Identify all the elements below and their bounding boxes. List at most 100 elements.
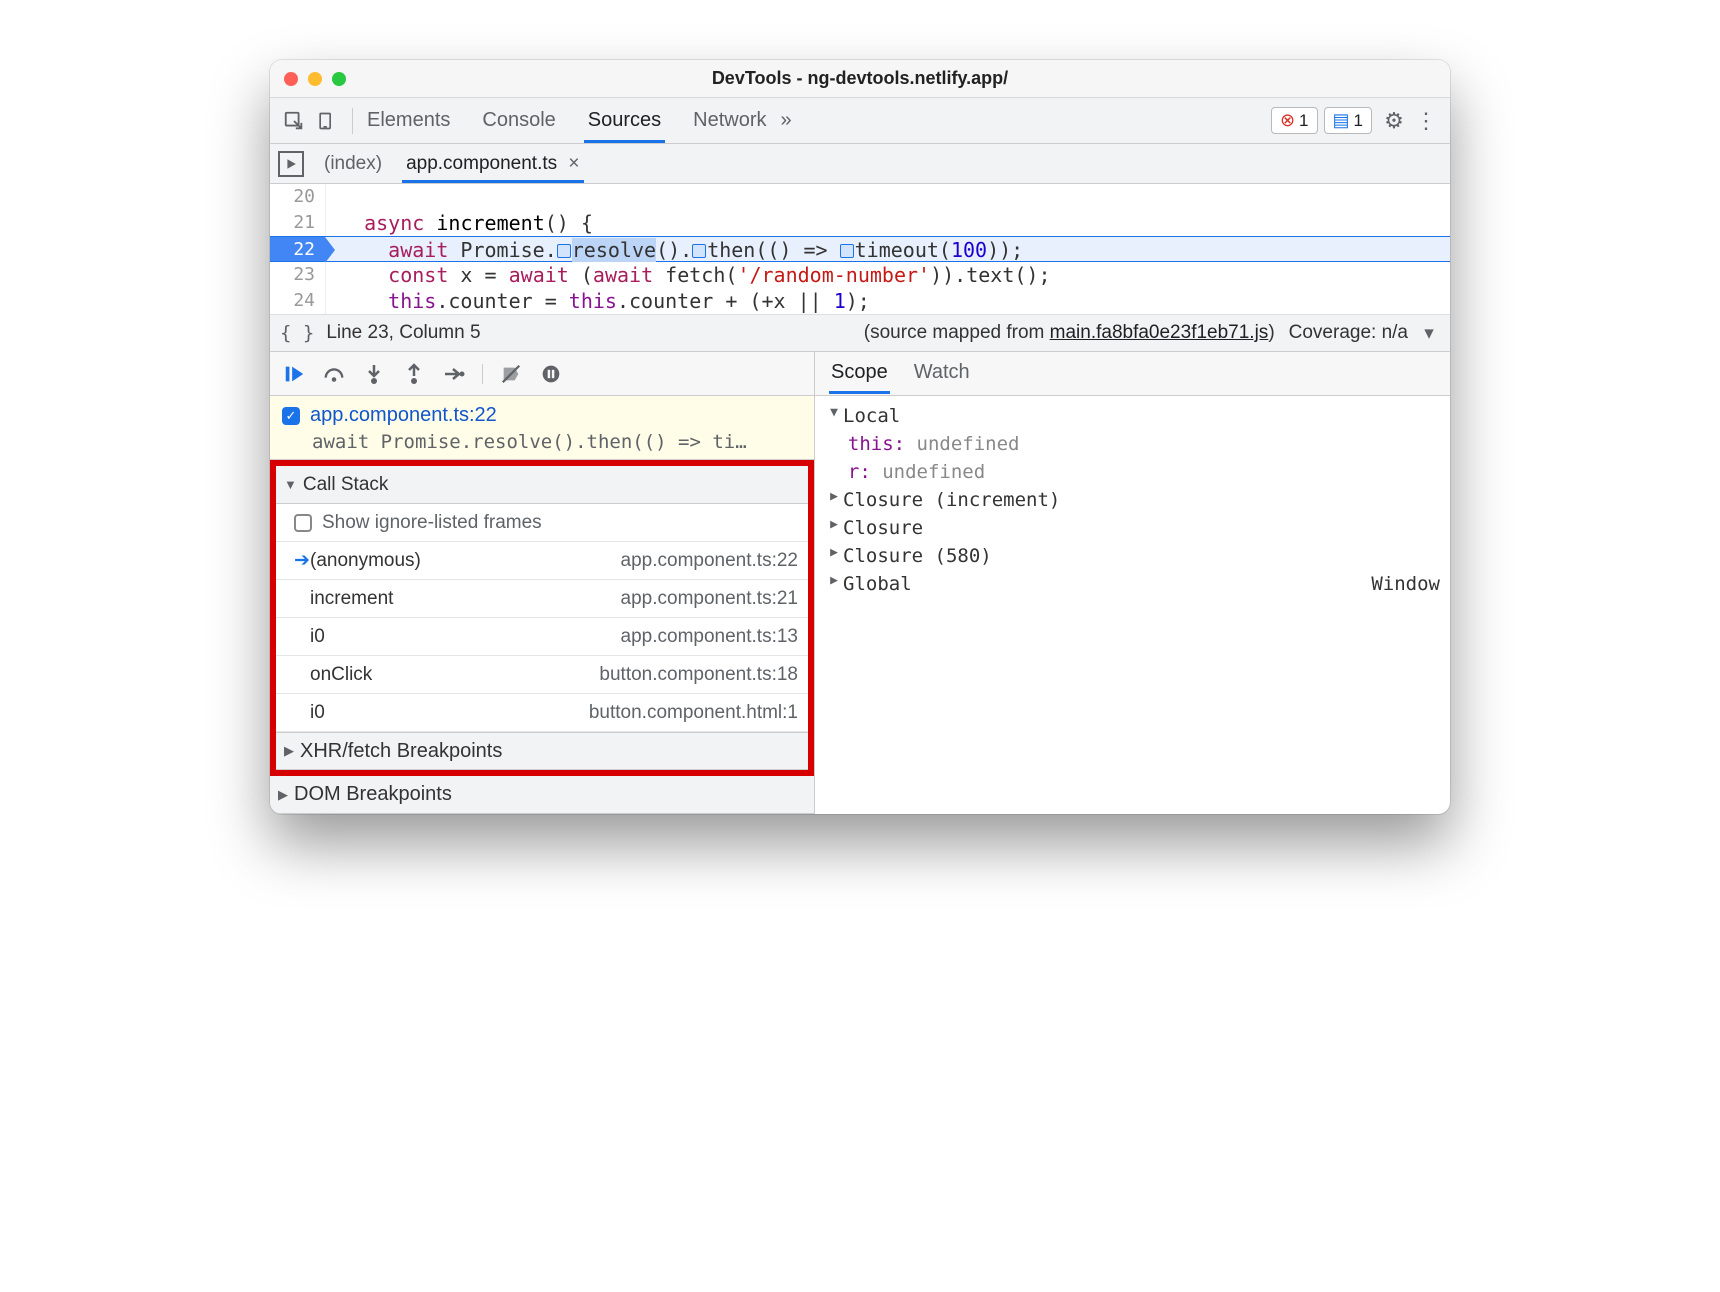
tab-sources[interactable]: Sources — [584, 99, 665, 143]
step-over-icon[interactable] — [322, 362, 346, 386]
minimize-window-button[interactable] — [308, 72, 322, 86]
line-number[interactable]: 20 — [270, 184, 326, 210]
debugger-panes: ✓ app.component.ts:22 await Promise.reso… — [270, 352, 1450, 814]
step-marker-icon — [557, 244, 571, 258]
tab-watch[interactable]: Watch — [912, 353, 972, 394]
scope-var-r[interactable]: r: undefined — [825, 458, 1440, 486]
line-number-breakpoint[interactable]: 22 — [270, 237, 326, 261]
line-number[interactable]: 24 — [270, 288, 326, 314]
titlebar: DevTools - ng-devtools.netlify.app/ — [270, 60, 1450, 98]
close-tab-icon[interactable]: × — [568, 153, 579, 174]
step-marker-icon — [692, 244, 706, 258]
kebab-menu-icon[interactable]: ⋮ — [1410, 105, 1442, 137]
tab-sources-label: Sources — [588, 109, 661, 131]
code-editor[interactable]: 20 21 async increment() { 22 await Promi… — [270, 184, 1450, 314]
frame-file: app.component.ts:21 — [621, 588, 798, 610]
source-map-link[interactable]: main.fa8bfa0e23f1eb71.js — [1050, 322, 1269, 343]
disclosure-triangle-icon: ▶ — [278, 787, 288, 803]
error-icon: ⊗ — [1280, 110, 1295, 131]
code-text: const x = await (await fetch('/random-nu… — [326, 262, 1051, 288]
step-icon[interactable] — [442, 362, 466, 386]
code-line: 24 this.counter = this.counter + (+x || … — [270, 288, 1450, 314]
tab-elements-label: Elements — [367, 109, 450, 131]
issue-icon: ▤ — [1333, 110, 1350, 131]
disclosure-triangle-icon: ▶ — [825, 545, 843, 567]
frame-name: increment — [310, 588, 393, 610]
checkbox-empty-icon — [294, 514, 312, 532]
tab-elements[interactable]: Elements — [363, 99, 454, 143]
line-number[interactable]: 23 — [270, 262, 326, 288]
frame-name: onClick — [310, 664, 372, 686]
tab-console[interactable]: Console — [478, 99, 559, 143]
frame-file: button.component.ts:18 — [599, 664, 798, 686]
breakpoint-checkbox[interactable]: ✓ — [282, 407, 300, 425]
issues-badge[interactable]: ▤ 1 — [1324, 107, 1372, 134]
code-line: 20 — [270, 184, 1450, 210]
deactivate-breakpoints-icon[interactable] — [499, 362, 523, 386]
code-line-paused: 22 await Promise.resolve().then(() => ti… — [270, 236, 1450, 262]
disclosure-triangle-icon: ▼ — [284, 477, 297, 492]
frame-file: app.component.ts:22 — [621, 550, 798, 572]
tab-network-label: Network — [693, 109, 766, 131]
close-window-button[interactable] — [284, 72, 298, 86]
paused-location-link[interactable]: app.component.ts:22 — [310, 404, 497, 427]
tab-scope[interactable]: Scope — [829, 353, 890, 394]
device-toolbar-icon[interactable] — [310, 105, 342, 137]
line-number[interactable]: 21 — [270, 210, 326, 236]
pause-exceptions-icon[interactable] — [539, 362, 563, 386]
coverage-status: Coverage: n/a — [1289, 322, 1408, 344]
debugger-left-pane: ✓ app.component.ts:22 await Promise.reso… — [270, 352, 815, 814]
errors-badge[interactable]: ⊗ 1 — [1271, 107, 1318, 134]
dom-breakpoints-header[interactable]: ▶ DOM Breakpoints — [270, 776, 814, 814]
traffic-lights — [284, 72, 346, 86]
settings-icon[interactable]: ⚙ — [1378, 105, 1410, 137]
callstack-title: Call Stack — [303, 474, 389, 496]
disclosure-triangle-icon: ▶ — [284, 743, 294, 759]
frame-file: app.component.ts:13 — [621, 626, 798, 648]
code-text: async increment() { — [326, 210, 593, 236]
zoom-window-button[interactable] — [332, 72, 346, 86]
xhr-breakpoints-header[interactable]: ▶ XHR/fetch Breakpoints — [276, 732, 808, 770]
show-ignored-label: Show ignore-listed frames — [322, 512, 542, 534]
frame-name: (anonymous) — [310, 550, 421, 572]
callstack-frame[interactable]: ➔ (anonymous) app.component.ts:22 — [276, 542, 808, 580]
resume-icon[interactable] — [282, 362, 306, 386]
scope-closure-increment[interactable]: ▶Closure (increment) — [825, 486, 1440, 514]
step-out-icon[interactable] — [402, 362, 426, 386]
format-icon[interactable]: { } — [280, 322, 314, 344]
callstack-frame[interactable]: onClick button.component.ts:18 — [276, 656, 808, 694]
file-tab-index[interactable]: (index) — [320, 145, 386, 183]
divider — [352, 108, 353, 134]
tab-network[interactable]: Network — [689, 99, 770, 143]
scope-global[interactable]: ▶GlobalWindow — [825, 570, 1440, 598]
callstack-header[interactable]: ▼ Call Stack — [276, 466, 808, 504]
coverage-chevron-icon[interactable]: ▾ — [1418, 322, 1440, 345]
debugger-right-pane: Scope Watch ▼Local this: undefined r: un… — [815, 352, 1450, 814]
divider — [482, 364, 483, 384]
scope-closure[interactable]: ▶Closure — [825, 514, 1440, 542]
file-tabs-bar: (index) app.component.ts × — [270, 144, 1450, 184]
callstack-frame[interactable]: i0 app.component.ts:13 — [276, 618, 808, 656]
debugger-toolbar — [270, 352, 814, 396]
file-tab-label: app.component.ts — [406, 153, 557, 174]
step-marker-icon — [840, 244, 854, 258]
more-tabs-button[interactable]: » — [771, 99, 802, 142]
navigator-toggle-icon[interactable] — [278, 151, 304, 177]
disclosure-triangle-icon: ▶ — [825, 573, 843, 595]
show-ignored-toggle[interactable]: Show ignore-listed frames — [276, 504, 808, 542]
scope-local[interactable]: ▼Local — [825, 402, 1440, 430]
scope-var-this[interactable]: this: undefined — [825, 430, 1440, 458]
step-into-icon[interactable] — [362, 362, 386, 386]
source-mapped: (source mapped from main.fa8bfa0e23f1eb7… — [864, 322, 1275, 344]
panel-tabs: Elements Console Sources Network — [363, 99, 771, 143]
callstack-frame[interactable]: increment app.component.ts:21 — [276, 580, 808, 618]
dom-breakpoints-title: DOM Breakpoints — [294, 783, 452, 806]
callstack-frame[interactable]: i0 button.component.html:1 — [276, 694, 808, 732]
file-tab-app-component[interactable]: app.component.ts × — [402, 145, 583, 183]
scope-closure-580[interactable]: ▶Closure (580) — [825, 542, 1440, 570]
disclosure-triangle-icon: ▶ — [825, 489, 843, 511]
frame-name: i0 — [310, 626, 325, 648]
inspect-element-icon[interactable] — [278, 105, 310, 137]
cursor-position: Line 23, Column 5 — [326, 322, 480, 344]
paused-code-snippet: await Promise.resolve().then(() => ti… — [312, 431, 804, 453]
